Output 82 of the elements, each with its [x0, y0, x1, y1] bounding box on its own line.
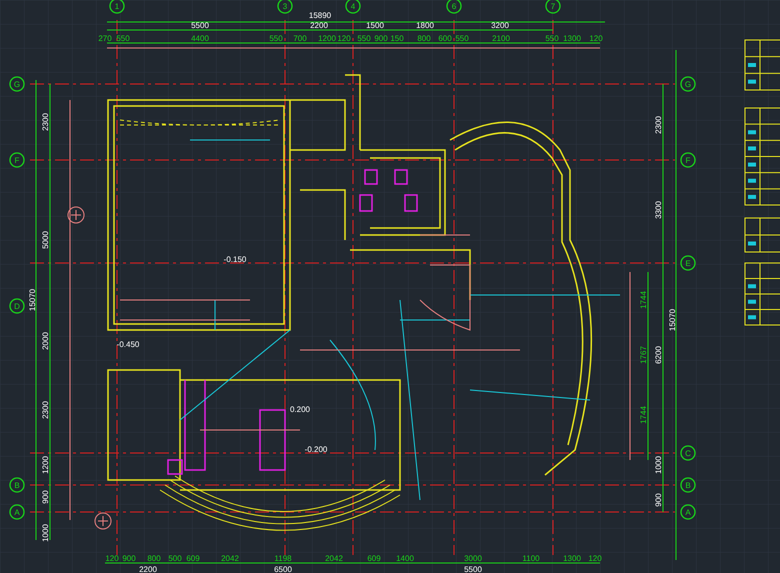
- dimension-text: 2200: [310, 21, 328, 30]
- axis-bubble: 4: [345, 0, 361, 14]
- axis-bubble: 6: [446, 0, 462, 14]
- dimension-text: 120: [337, 34, 351, 43]
- dimension-text: 5500: [464, 565, 482, 573]
- axis-bubble: C: [680, 445, 696, 461]
- dimension-text: 150: [390, 34, 404, 43]
- dimension-text: 270: [98, 34, 112, 43]
- dimension-text: 15070: [28, 288, 37, 312]
- axis-bubble: F: [9, 152, 25, 168]
- dimension-text: 900: [41, 490, 50, 504]
- dimension-text: 700: [293, 34, 307, 43]
- dimension-text: 3200: [491, 21, 509, 30]
- section-mark-icon: [68, 206, 84, 224]
- dimension-text: 2100: [492, 34, 510, 43]
- dimension-text: 1744: [639, 406, 648, 424]
- dimension-text: 900: [654, 493, 663, 507]
- dimension-text: 5500: [191, 21, 209, 30]
- dimension-text: 2042: [325, 554, 343, 563]
- dimension-text: 2042: [221, 554, 239, 563]
- dimension-text: 900: [374, 34, 388, 43]
- dimension-text: 1400: [396, 554, 414, 563]
- axis-bubble: 7: [545, 0, 561, 14]
- axis-bubble: 3: [277, 0, 293, 14]
- dimension-text: 120: [588, 554, 602, 563]
- dimension-text: 1300: [563, 34, 581, 43]
- dimension-text: 1100: [522, 554, 540, 563]
- axis-bubble: E: [680, 255, 696, 271]
- level-text: -0.150: [224, 255, 246, 264]
- level-text: -0.450: [116, 340, 140, 349]
- schedule-table-drawing: [744, 218, 780, 252]
- dimension-text: 609: [367, 554, 381, 563]
- section-mark-icon: [94, 512, 112, 530]
- axis-bubble: B: [9, 477, 25, 493]
- dimension-text: 550: [269, 34, 283, 43]
- axis-bubble: G: [680, 76, 696, 92]
- level-text: 0.200: [290, 405, 310, 414]
- dimension-text: 4400: [191, 34, 209, 43]
- axis-bubble: B: [680, 477, 696, 493]
- dimension-text: 3000: [464, 554, 482, 563]
- dimension-text: 550: [455, 34, 469, 43]
- dimension-text: 600: [438, 34, 452, 43]
- dimension-text: 1767: [639, 346, 648, 364]
- dimension-text: 1000: [41, 524, 50, 542]
- dimension-text: 1300: [563, 554, 581, 563]
- axis-bubble: A: [680, 504, 696, 520]
- axis-bubble: A: [9, 504, 25, 520]
- dimension-text: 1198: [274, 554, 292, 563]
- level-text: -0.200: [304, 445, 328, 454]
- dimension-text: 609: [186, 554, 200, 563]
- dimension-text: 15890: [308, 11, 332, 20]
- axis-bubble: D: [9, 298, 25, 314]
- dimension-text: 500: [168, 554, 182, 563]
- dimension-text: 800: [147, 554, 161, 563]
- dimension-text: 2300: [654, 116, 663, 134]
- dimension-text: 1200: [41, 456, 50, 474]
- axis-bubble: 1: [109, 0, 125, 14]
- dimension-text: 15070: [668, 308, 677, 332]
- dimension-text: 3300: [654, 201, 663, 219]
- dimension-text: 6200: [654, 346, 663, 364]
- dimension-text: 1744: [639, 291, 648, 309]
- dimension-text: 120: [589, 34, 603, 43]
- schedule-table-drawing: [744, 40, 780, 90]
- dimension-text: 120: [105, 554, 119, 563]
- schedule-table-drawing: [744, 262, 780, 326]
- axis-bubble: G: [9, 76, 25, 92]
- dimension-text: 1500: [366, 21, 384, 30]
- dimension-text: 550: [116, 34, 130, 43]
- dimension-text: 5000: [41, 231, 50, 249]
- dimension-text: 1200: [318, 34, 336, 43]
- dimension-text: 2000: [41, 332, 50, 350]
- dimension-text: 1000: [654, 456, 663, 474]
- axis-bubble: F: [680, 152, 696, 168]
- dimension-text: 550: [357, 34, 371, 43]
- dimension-text: 800: [417, 34, 431, 43]
- dimension-text: 2300: [41, 401, 50, 419]
- dimension-text: 900: [122, 554, 136, 563]
- dimension-text: 6500: [274, 565, 292, 573]
- dimension-text: 1800: [416, 21, 434, 30]
- dimension-text: 550: [545, 34, 559, 43]
- dimension-text: 2300: [41, 113, 50, 131]
- dimension-text: 2200: [139, 565, 157, 573]
